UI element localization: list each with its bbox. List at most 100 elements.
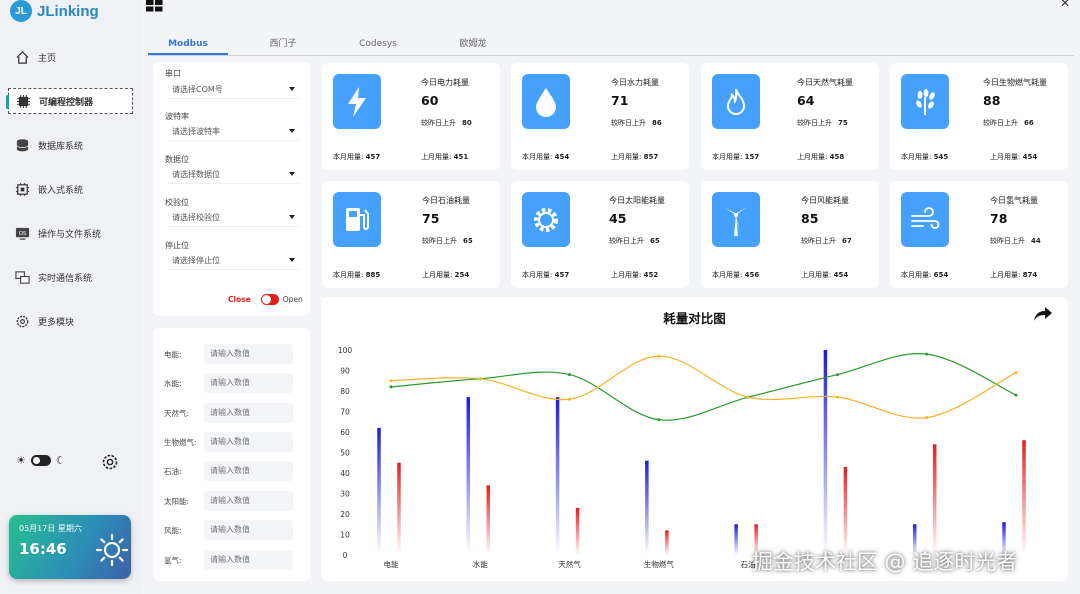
- bar: [486, 485, 491, 555]
- hydrogen-input[interactable]: [204, 550, 293, 570]
- svg-text:OS: OS: [18, 230, 25, 236]
- cpu-icon: [14, 181, 30, 197]
- bar: [397, 462, 401, 555]
- card-compare: 较昨日上升 86: [611, 119, 662, 127]
- card-title: 今日风能耗量: [801, 196, 849, 205]
- card-last-month-usage: 上月用量: 454: [801, 271, 849, 279]
- bar: [734, 524, 738, 555]
- sidebar-item-label: 嵌入式系统: [38, 185, 84, 196]
- solar-input[interactable]: [204, 491, 293, 511]
- lightning-icon: [333, 74, 381, 129]
- tab-omron[interactable]: 欧姆龙: [433, 34, 513, 55]
- chevron-down-icon: [289, 258, 295, 262]
- series-line: [390, 355, 1017, 419]
- tab-modbus[interactable]: Modbus: [148, 34, 228, 55]
- card-value: 78: [990, 211, 1008, 226]
- share-icon[interactable]: [1033, 305, 1053, 323]
- sidebar-item-realtime[interactable]: 实时通信系统: [8, 264, 133, 290]
- biogas-input[interactable]: [204, 432, 293, 452]
- x-tick-label: 电能: [384, 559, 399, 569]
- field-label: 停止位: [165, 241, 189, 250]
- bar: [843, 466, 848, 555]
- value-label: 电能:: [164, 350, 182, 359]
- sidebar-item-more[interactable]: 更多模块: [8, 308, 133, 334]
- card-title: 今日石油耗量: [422, 196, 470, 205]
- card-value: 71: [611, 93, 629, 108]
- stat-card-biogas: 今日生物燃气耗量 88 较昨日上升 66 本月用量: 545 上月用量: 454: [890, 63, 1068, 170]
- weather-date: 05月17日 星期六: [19, 524, 82, 533]
- card-title: 今日水力耗量: [611, 78, 659, 87]
- data-bits-select[interactable]: 请选择数据位: [168, 165, 299, 184]
- network-icon: [14, 269, 30, 285]
- bar: [665, 530, 669, 555]
- stat-card-solar: 今日太阳能耗量 45 较昨日上升 65 本月用量: 457 上月用量: 452: [511, 181, 689, 288]
- stop-bits-select[interactable]: 请选择停止位: [168, 251, 299, 270]
- line-point: [835, 395, 839, 399]
- oil-input[interactable]: [204, 461, 293, 481]
- tab-codesys[interactable]: Codesys: [338, 34, 418, 55]
- settings-gear-icon[interactable]: [100, 452, 120, 472]
- x-tick-label: 天然气: [558, 559, 581, 569]
- bar: [932, 444, 937, 555]
- sidebar-item-label: 可编程控制器: [39, 97, 94, 108]
- y-tick-label: 90: [340, 367, 350, 376]
- bar: [645, 460, 649, 555]
- baud-rate-select[interactable]: 请选择波特率: [168, 122, 299, 141]
- stat-card-wind: 今日风能耗量 85 较昨日上升 67 本月用量: 456 上月用量: 454: [701, 181, 879, 288]
- value-label: 石油:: [164, 467, 182, 476]
- card-last-month-usage: 上月用量: 451: [421, 153, 469, 161]
- stat-card-gas: 今日天然气耗量 64 较昨日上升 75 本月用量: 157 上月用量: 458: [701, 63, 879, 170]
- protocol-tabs: Modbus 西门子 Codesys 欧姆龙: [148, 34, 1074, 56]
- card-month-usage: 本月用量: 456: [712, 271, 760, 279]
- x-tick-label: 生物燃气: [644, 559, 674, 569]
- card-compare: 较昨日上升 44: [990, 237, 1041, 245]
- sidebar-item-database[interactable]: 数据库系统: [8, 132, 133, 158]
- electricity-input[interactable]: [204, 344, 293, 364]
- parity-select[interactable]: 请选择校验位: [168, 208, 299, 227]
- sidebar-item-os[interactable]: OS 操作与文件系统: [8, 220, 133, 246]
- wind-icon: [901, 192, 949, 247]
- select-placeholder: 请选择校验位: [172, 213, 220, 222]
- consumption-chart: 0102030405060708090100电能 水能 天然气 生物燃气 石油: [338, 346, 1026, 569]
- chevron-down-icon: [289, 129, 295, 133]
- sidebar-item-plc[interactable]: 可编程控制器: [6, 88, 133, 114]
- select-placeholder: 请选择波特率: [172, 127, 220, 136]
- home-icon: [14, 49, 30, 65]
- sidebar-item-label: 更多模块: [38, 317, 75, 328]
- water-input[interactable]: [204, 373, 293, 393]
- line-point: [746, 395, 750, 399]
- field-label: 校验位: [165, 198, 189, 207]
- wind-input[interactable]: [204, 520, 293, 540]
- card-title: 今日生物燃气耗量: [983, 78, 1047, 87]
- y-tick-label: 30: [340, 490, 350, 499]
- field-label: 数据位: [165, 155, 189, 164]
- card-title: 今日天然气耗量: [797, 78, 853, 87]
- field-label: 串口: [165, 69, 181, 78]
- close-icon[interactable]: ✕: [1060, 0, 1070, 10]
- weather-widget: 05月17日 星期六 16:46: [9, 515, 131, 579]
- value-label: 太阳能:: [164, 497, 190, 506]
- chevron-down-icon: [289, 215, 295, 219]
- line-point: [568, 373, 572, 377]
- sidebar-item-embedded[interactable]: 嵌入式系统: [8, 176, 133, 202]
- card-compare: 较昨日上升 75: [797, 119, 848, 127]
- card-compare: 较昨日上升 66: [983, 119, 1034, 127]
- line-point: [389, 385, 393, 389]
- bar: [823, 350, 828, 555]
- connection-toggle[interactable]: [260, 294, 279, 305]
- sidebar-item-home[interactable]: 主页: [8, 44, 133, 70]
- gas-input[interactable]: [204, 403, 293, 423]
- card-last-month-usage: 上月用量: 454: [990, 153, 1038, 161]
- bar: [555, 397, 560, 555]
- sidebar-item-label: 主页: [38, 53, 57, 64]
- windows-grid-icon[interactable]: [146, 0, 163, 12]
- card-compare: 较昨日上升 67: [801, 237, 852, 245]
- weather-time: 16:46: [19, 540, 67, 558]
- card-value: 45: [609, 211, 627, 226]
- theme-toggle[interactable]: [30, 455, 51, 466]
- com-port-select[interactable]: 请选择COM号: [168, 80, 299, 99]
- tab-siemens[interactable]: 西门子: [243, 34, 323, 55]
- fuel-pump-icon: [333, 192, 381, 247]
- line-point: [925, 416, 929, 420]
- card-month-usage: 本月用量: 545: [901, 153, 949, 161]
